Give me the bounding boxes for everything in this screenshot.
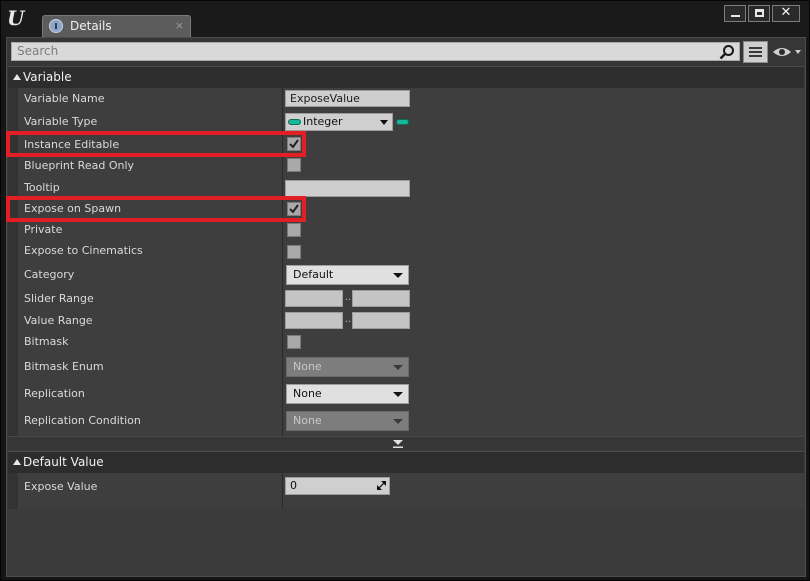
property-label: Category [24, 268, 75, 281]
search-icon[interactable] [719, 44, 735, 60]
window-controls: ✕ [724, 5, 800, 22]
replication-value: None [293, 387, 322, 400]
variable-name-input[interactable]: ExposeValue [285, 90, 410, 107]
close-button[interactable]: ✕ [772, 5, 800, 22]
property-label: Value Range [24, 314, 93, 327]
property-row-tooltip: Tooltip [8, 176, 804, 198]
section-title: Variable [23, 70, 72, 84]
unreal-logo-icon: U [7, 6, 25, 30]
minimize-icon [731, 15, 740, 17]
chevron-down-icon [393, 419, 403, 424]
expand-advanced-icon [393, 440, 403, 448]
tab-close-icon[interactable]: × [175, 20, 184, 32]
value-range-min-input[interactable] [285, 312, 343, 329]
property-label: Replication [24, 387, 85, 400]
section-header-default-value[interactable]: Default Value [8, 451, 804, 473]
property-row-replication: Replication None [8, 380, 804, 407]
section-header-variable[interactable]: Variable [8, 66, 804, 88]
view-options-button[interactable] [743, 41, 768, 63]
tab-details-label: Details [70, 19, 112, 33]
bitmask-enum-combo[interactable]: None [286, 357, 409, 377]
editor-window: U Details × ✕ Search Variable Variable N… [0, 0, 810, 581]
range-separator: .. [345, 314, 352, 325]
variable-type-combo[interactable]: Integer [285, 113, 393, 131]
info-icon [49, 19, 63, 33]
range-separator: .. [345, 292, 352, 303]
details-panel: Search Variable Variable Name ExposeValu… [6, 37, 806, 577]
value-range-max-input[interactable] [352, 312, 410, 329]
chevron-down-icon [393, 273, 403, 278]
expose-value-input[interactable]: 0 [285, 477, 390, 495]
close-icon: ✕ [780, 5, 792, 20]
list-icon [749, 47, 762, 49]
property-row-category: Category Default [8, 262, 804, 287]
variable-type-value: Integer [303, 115, 343, 128]
collapse-arrow-icon [13, 459, 21, 465]
minimize-button[interactable] [724, 5, 746, 22]
expose-value-number: 0 [290, 479, 297, 492]
property-row-slider-range: Slider Range .. [8, 287, 804, 309]
eye-icon[interactable] [772, 44, 802, 60]
container-type-icon[interactable] [396, 119, 409, 125]
property-label: Variable Type [24, 115, 98, 128]
list-icon-line [749, 55, 762, 57]
chevron-down-icon [393, 392, 403, 397]
bitmask-checkbox[interactable] [287, 335, 301, 349]
list-icon-line [749, 51, 762, 53]
drag-handle-icon[interactable] [377, 481, 386, 490]
property-row-value-range: Value Range .. [8, 309, 804, 331]
category-combo[interactable]: Default [286, 265, 409, 285]
advanced-expander[interactable] [8, 436, 804, 450]
integer-pin-icon [288, 119, 301, 125]
property-row-expose-value: Expose Value 0 [8, 473, 804, 499]
property-label: Expose to Cinematics [24, 244, 143, 257]
tooltip-input[interactable] [285, 180, 410, 197]
property-label: Tooltip [24, 181, 60, 194]
chevron-down-icon [393, 365, 403, 370]
property-label: Private [24, 223, 63, 236]
search-row: Search [7, 38, 805, 66]
property-row-variable-name: Variable Name ExposeValue [8, 88, 804, 110]
highlight-expose-on-spawn [6, 196, 306, 222]
search-placeholder: Search [17, 44, 59, 58]
maximize-icon [755, 9, 764, 17]
search-input[interactable]: Search [11, 42, 740, 61]
private-checkbox[interactable] [287, 223, 301, 237]
property-row-expose-to-cinematics: Expose to Cinematics [8, 240, 804, 262]
property-row-replication-condition: Replication Condition None [8, 407, 804, 434]
bitmask-enum-value: None [293, 360, 322, 373]
property-label: Variable Name [24, 92, 105, 105]
highlight-instance-editable [6, 131, 306, 157]
slider-range-max-input[interactable] [352, 290, 410, 307]
chevron-down-icon [380, 120, 388, 125]
blueprint-read-only-checkbox[interactable] [287, 158, 301, 172]
property-row-bitmask-enum: Bitmask Enum None [8, 353, 804, 380]
collapse-arrow-icon [13, 74, 21, 80]
section-title: Default Value [23, 455, 104, 469]
property-row-blueprint-read-only: Blueprint Read Only [8, 155, 804, 176]
expose-to-cinematics-checkbox[interactable] [287, 245, 301, 259]
slider-range-min-input[interactable] [285, 290, 343, 307]
replication-combo[interactable]: None [286, 384, 409, 404]
property-label: Bitmask Enum [24, 360, 104, 373]
property-label: Replication Condition [24, 414, 141, 427]
replication-condition-combo[interactable]: None [286, 411, 409, 431]
property-label: Bitmask [24, 335, 69, 348]
title-bar: U Details × ✕ [1, 1, 809, 37]
property-row-private: Private [8, 219, 804, 240]
maximize-button[interactable] [748, 5, 770, 22]
property-label: Blueprint Read Only [24, 159, 135, 172]
tab-details[interactable]: Details × [42, 15, 191, 37]
property-row-bitmask: Bitmask [8, 331, 804, 353]
category-value: Default [293, 268, 334, 281]
property-label: Expose Value [24, 480, 98, 493]
property-label: Slider Range [24, 292, 94, 305]
replication-condition-value: None [293, 414, 322, 427]
default-value-properties: Expose Value 0 [8, 473, 804, 509]
